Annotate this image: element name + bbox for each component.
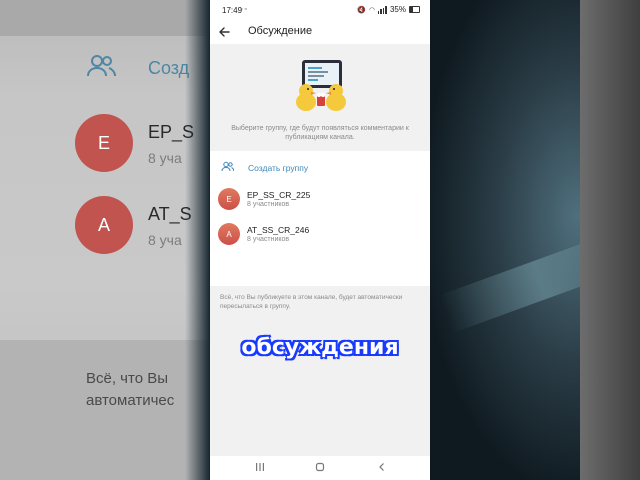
background-chat-sub: 8 уча <box>148 232 182 248</box>
background-footer-text: Всё, что Вы автоматичес <box>86 370 175 409</box>
chat-members: 8 участников <box>247 201 290 208</box>
people-icon <box>221 161 234 172</box>
chat-name: AT_SS_CR_246 <box>247 225 310 235</box>
mute-icon: 🔇 <box>357 6 366 14</box>
ducks-illustration <box>296 60 346 111</box>
avatar: E <box>218 188 240 210</box>
chat-members: 8 участников <box>247 236 290 243</box>
group-list: Создать группу E EP_SS_CR_225 8 участник… <box>210 151 430 286</box>
background-avatar: A <box>75 196 133 254</box>
phone-screen: 17:49 ▫ ▫ 🔇 ◠ 35% Обсуждение Выберите гр… <box>210 0 430 480</box>
video-caption: обсуждения <box>241 335 399 360</box>
create-group-label: Создать группу <box>248 163 309 173</box>
page-title: Обсуждение <box>248 25 313 37</box>
recent-apps-icon[interactable] <box>255 462 265 472</box>
create-group-button[interactable]: Создать группу <box>210 159 430 177</box>
home-icon[interactable] <box>315 462 325 472</box>
back-icon[interactable] <box>377 462 387 472</box>
background-zoom-left: Созд E EP_S 8 уча A AT_S 8 уча Всё, что … <box>0 0 210 480</box>
app-bar: Обсуждение <box>210 20 430 44</box>
notification-icons: ▫ ▫ <box>240 6 247 13</box>
background-chat-sub: 8 уча <box>148 150 182 166</box>
battery-percent: 35% <box>389 5 406 14</box>
discussion-header: Выберите группу, где будут появляться ко… <box>210 44 430 151</box>
battery-icon <box>409 6 420 13</box>
background-create-label: Созд <box>148 58 190 78</box>
background-zoom-right <box>430 0 640 480</box>
footer-text: Всё, что Вы публикуете в этом канале, бу… <box>220 294 403 310</box>
signal-icon <box>377 5 387 14</box>
hint-text: Выберите группу, где будут появляться ко… <box>231 125 409 141</box>
people-icon <box>87 55 116 77</box>
wifi-icon: ◠ <box>368 6 375 14</box>
list-item[interactable]: A AT_SS_CR_246 8 участников <box>210 219 430 249</box>
back-arrow-icon[interactable] <box>216 24 232 40</box>
background-avatar: E <box>75 114 133 172</box>
chat-name: EP_SS_CR_225 <box>247 190 311 200</box>
list-item[interactable]: E EP_SS_CR_225 8 участников <box>210 184 430 214</box>
footer-area: Всё, что Вы публикуете в этом канале, бу… <box>210 286 430 456</box>
system-nav-bar <box>210 456 430 480</box>
avatar: A <box>218 223 240 245</box>
status-bar: 17:49 ▫ ▫ 🔇 ◠ 35% <box>210 0 430 20</box>
